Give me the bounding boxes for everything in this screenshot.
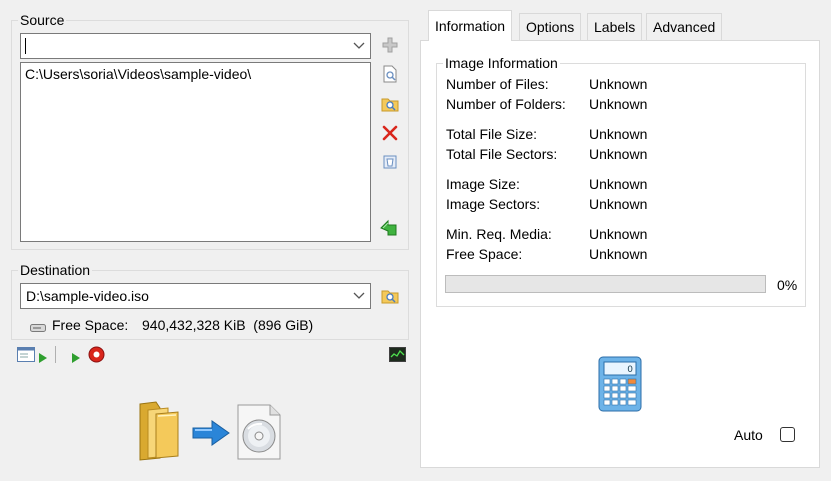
info-value: Unknown (589, 246, 648, 262)
browse-folder-icon[interactable] (380, 286, 400, 306)
tab-advanced[interactable]: Advanced (646, 13, 723, 40)
chevron-down-icon[interactable] (348, 284, 370, 308)
disc-image-icon (236, 403, 282, 464)
image-info-title: Image Information (443, 55, 560, 71)
progress-bar (445, 275, 766, 293)
tab-options[interactable]: Options (519, 13, 582, 40)
folder-to-disc-illustration (138, 400, 288, 465)
info-label: Number of Files: (446, 76, 549, 92)
tab-label: Advanced (653, 19, 716, 35)
free-space-value: 940,432,328 KiB (896 GiB) (142, 317, 314, 333)
free-space-label: Free Space: (52, 317, 129, 333)
tab-label: Options (526, 19, 575, 35)
remove-icon[interactable] (380, 123, 400, 143)
info-value: Unknown (589, 146, 648, 162)
destination-input[interactable]: D:\sample-video.iso (20, 283, 371, 309)
info-value: Unknown (589, 176, 648, 192)
source-list[interactable]: C:\Users\soria\Videos\sample-video\ (20, 62, 371, 242)
chevron-down-icon[interactable] (348, 34, 370, 58)
drive-icon (30, 320, 46, 336)
play-icon[interactable] (39, 350, 47, 366)
info-label: Total File Sectors: (446, 146, 558, 162)
info-value: Unknown (589, 196, 648, 212)
info-value: Unknown (589, 76, 648, 92)
clear-icon[interactable] (380, 152, 400, 172)
auto-label[interactable]: Auto (734, 427, 763, 443)
info-label: Number of Folders: (446, 96, 566, 112)
tab-labels[interactable]: Labels (587, 13, 643, 40)
small-toolbar (17, 346, 117, 364)
info-label: Total File Size: (446, 126, 538, 142)
monitor-icon[interactable] (389, 347, 406, 365)
arrow-right-icon (192, 420, 230, 449)
info-label: Min. Req. Media: (446, 226, 552, 242)
tab-label: Labels (594, 19, 636, 35)
info-value: Unknown (589, 96, 648, 112)
progress-text: 0% (777, 277, 798, 293)
info-label: Image Sectors: (446, 196, 541, 212)
destination-input-text[interactable]: D:\sample-video.iso (21, 288, 348, 304)
tab-label: Information (435, 18, 506, 34)
source-input[interactable] (20, 33, 371, 59)
build-icon[interactable] (379, 218, 399, 238)
destination-title: Destination (18, 262, 93, 278)
info-value: Unknown (589, 226, 648, 242)
calculator-icon[interactable]: 0 (597, 356, 643, 415)
source-input-text[interactable] (25, 38, 348, 54)
disc-stop-icon[interactable] (88, 346, 105, 366)
folder-icon (138, 400, 184, 465)
separator (55, 346, 56, 363)
svg-text:0: 0 (627, 365, 633, 375)
auto-checkbox[interactable] (780, 427, 795, 442)
source-title: Source (18, 12, 67, 28)
add-icon[interactable] (380, 35, 400, 55)
tab-information[interactable]: Information (428, 10, 513, 41)
search-file-icon[interactable] (380, 64, 400, 84)
info-value: Unknown (589, 126, 648, 142)
search-folder-icon[interactable] (380, 94, 400, 114)
list-item[interactable]: C:\Users\soria\Videos\sample-video\ (25, 66, 251, 82)
log-icon[interactable] (17, 347, 35, 365)
play-icon[interactable] (72, 350, 80, 366)
info-label: Image Size: (446, 176, 520, 192)
info-label: Free Space: (446, 246, 523, 262)
